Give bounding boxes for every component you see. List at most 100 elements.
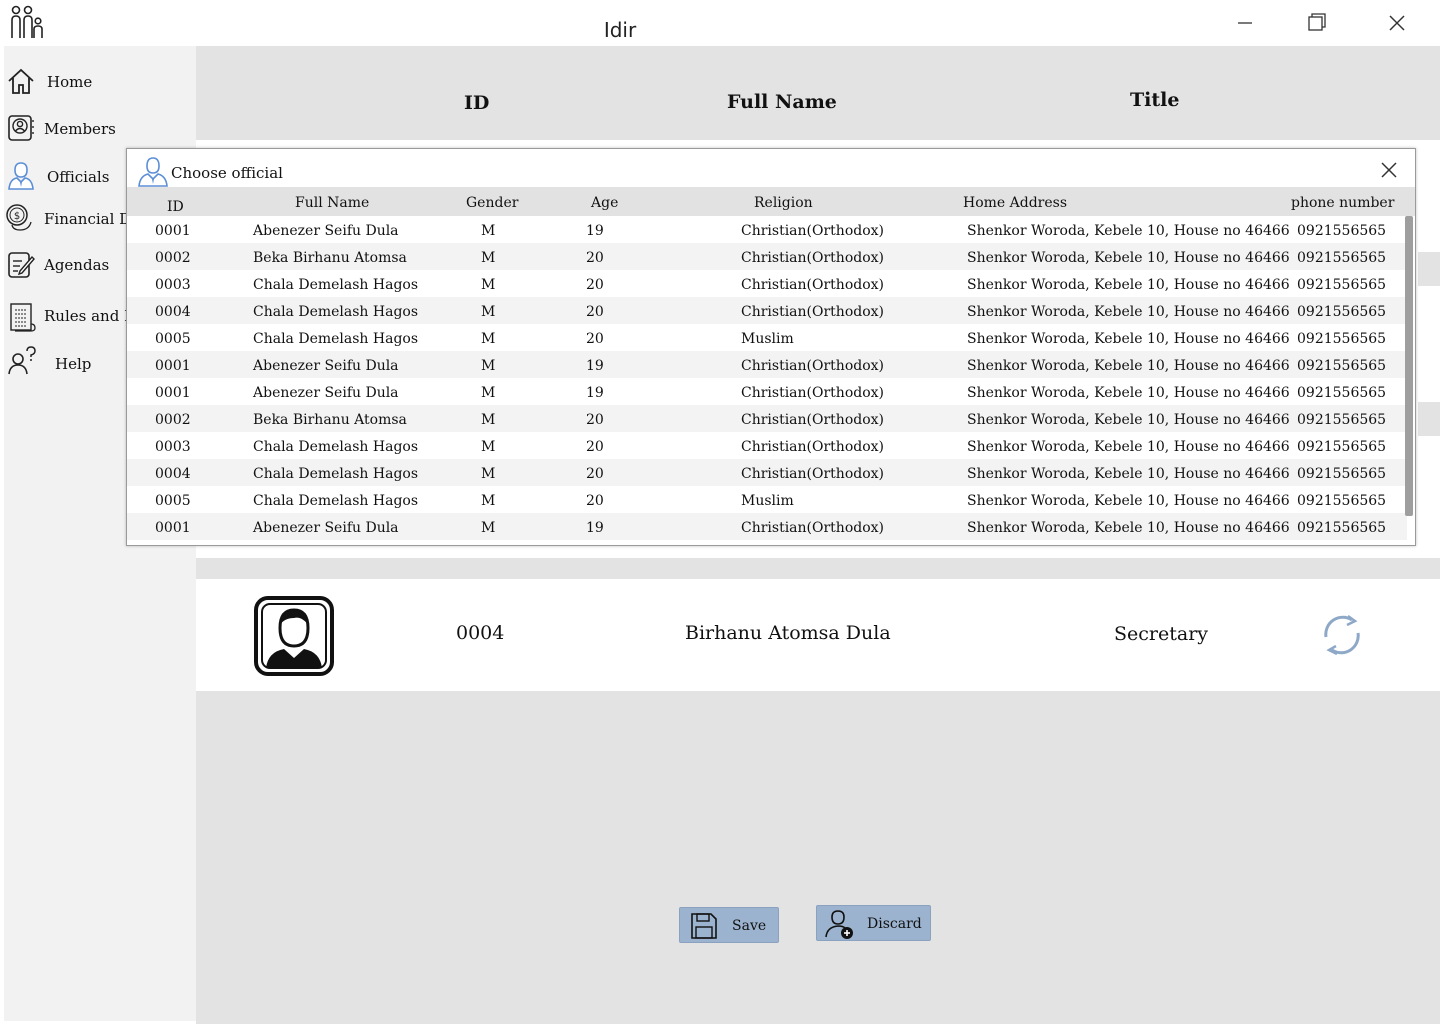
cell-home-address: Shenkor Woroda, Kebele 10, House no 4646… (967, 223, 1290, 239)
cell-age: 19 (586, 385, 604, 401)
table-row[interactable]: 0004 Chala Demelash Hagos M 20 Christian(Ort… (127, 297, 1407, 324)
official-icon (8, 162, 34, 190)
minimize-icon[interactable] (1232, 10, 1258, 36)
cell-id: 0002 (155, 250, 191, 266)
coins-icon: $ (6, 204, 32, 231)
cell-religion: Christian(Orthodox) (741, 385, 885, 401)
official-icon (138, 157, 168, 187)
selected-official-title: Secretary (1114, 623, 1209, 645)
cell-age: 20 (586, 493, 604, 509)
cell-age: 19 (586, 358, 604, 374)
table-row[interactable]: 0001 Abenezer Seifu Dula M 19 Christian(Orth… (127, 351, 1407, 378)
cell-gender: M (481, 223, 496, 239)
cell-id: 0003 (155, 439, 191, 455)
sidebar-item-label: Members (44, 120, 116, 138)
table-row[interactable]: 0004 Chala Demelash Hagos M 20 Christian(Ort… (127, 459, 1407, 486)
cell-religion: Christian(Orthodox) (741, 520, 885, 536)
table-row[interactable]: 0001 Abenezer Seifu Dula M 19 Christian(Orth… (127, 216, 1407, 243)
cell-id: 0005 (155, 331, 191, 347)
cell-home-address: Shenkor Woroda, Kebele 10, House no 4646… (967, 439, 1290, 455)
discard-button-label: Discard (867, 916, 922, 932)
cell-phone-number: 0921556565 (1297, 358, 1387, 374)
column-header-age[interactable]: Age (591, 195, 618, 211)
restore-icon[interactable] (1304, 10, 1330, 36)
cell-home-address: Shenkor Woroda, Kebele 10, House no 4646… (967, 331, 1290, 347)
list-row-divider (1418, 252, 1440, 286)
cell-id: 0003 (155, 277, 191, 293)
cell-id: 0004 (155, 466, 191, 482)
table-row[interactable]: 0005 Chala Demelash Hagos M 20 Muslim Shenkor… (127, 324, 1407, 351)
column-header-home-address[interactable]: Home Address (963, 195, 1067, 211)
cell-phone-number: 0921556565 (1297, 277, 1387, 293)
cell-full-name: Abenezer Seifu Dula (253, 520, 399, 536)
selected-official-row: 0004 Birhanu Atomsa Dula Secretary (196, 579, 1440, 691)
cell-religion: Muslim (741, 331, 794, 347)
selected-official-id: 0004 (456, 622, 505, 644)
cell-full-name: Chala Demelash Hagos (253, 304, 419, 320)
avatar (254, 596, 334, 676)
cell-home-address: Shenkor Woroda, Kebele 10, House no 4646… (967, 520, 1290, 536)
dialog-title: Choose official (171, 164, 283, 182)
cell-phone-number: 0921556565 (1297, 304, 1387, 320)
cell-religion: Christian(Orthodox) (741, 412, 885, 428)
cell-id: 0001 (155, 520, 191, 536)
cell-gender: M (481, 250, 496, 266)
sidebar-item-home[interactable]: Home (4, 62, 196, 102)
vertical-scrollbar[interactable] (1405, 216, 1413, 516)
cell-full-name: Beka Birhanu Atomsa (253, 250, 407, 266)
cell-religion: Christian(Orthodox) (741, 304, 885, 320)
officials-table-header: ID Full Name Title (196, 46, 1440, 140)
sidebar-item-label: Home (47, 73, 93, 91)
table-row[interactable]: 0001 Abenezer Seifu Dula M 19 Christian(Orth… (127, 378, 1407, 405)
svg-text:$: $ (14, 211, 20, 222)
cell-home-address: Shenkor Woroda, Kebele 10, House no 4646… (967, 412, 1290, 428)
table-row[interactable]: 0003 Chala Demelash Hagos M 20 Christian(Ort… (127, 270, 1407, 297)
cell-full-name: Abenezer Seifu Dula (253, 223, 399, 239)
sidebar-item-label: Rules and R (44, 307, 136, 325)
cell-gender: M (481, 385, 496, 401)
cell-phone-number: 0921556565 (1297, 466, 1387, 482)
floppy-disk-icon (691, 913, 717, 939)
sidebar-item-members[interactable]: Members (4, 108, 196, 148)
cell-phone-number: 0921556565 (1297, 331, 1387, 347)
table-row[interactable]: 0001 Abenezer Seifu Dula M 19 Christian(Orth… (127, 513, 1407, 540)
sidebar-item-label: Officials (47, 168, 110, 186)
members-icon (8, 115, 34, 141)
cell-gender: M (481, 358, 496, 374)
table-row[interactable]: 0002 Beka Birhanu Atomsa M 20 Christian(Orth… (127, 243, 1407, 270)
app-title: Idir (603, 18, 637, 42)
column-header-gender[interactable]: Gender (466, 195, 518, 211)
cell-full-name: Beka Birhanu Atomsa (253, 412, 407, 428)
selected-official-name: Birhanu Atomsa Dula (685, 622, 891, 644)
close-window-icon[interactable] (1384, 10, 1410, 36)
sidebar-item-label: Agendas (44, 256, 110, 274)
change-official-icon[interactable] (1318, 611, 1366, 659)
cell-home-address: Shenkor Woroda, Kebele 10, House no 4646… (967, 385, 1290, 401)
sidebar-item-label: Help (55, 355, 92, 373)
cell-age: 20 (586, 250, 604, 266)
list-row-divider (1418, 402, 1440, 436)
cell-full-name: Chala Demelash Hagos (253, 439, 419, 455)
column-header-religion[interactable]: Religion (754, 195, 813, 211)
close-dialog-icon[interactable] (1379, 160, 1399, 180)
table-row[interactable]: 0003 Chala Demelash Hagos M 20 Christian(Ort… (127, 432, 1407, 459)
cell-age: 20 (586, 304, 604, 320)
cell-gender: M (481, 493, 496, 509)
column-header-id[interactable]: ID (167, 199, 184, 215)
cell-age: 19 (586, 520, 604, 536)
column-header-phone-number[interactable]: phone number (1291, 195, 1394, 211)
cell-id: 0001 (155, 223, 191, 239)
title-bar: Idir (0, 0, 1440, 46)
cell-full-name: Chala Demelash Hagos (253, 331, 419, 347)
table-row[interactable]: 0002 Beka Birhanu Atomsa M 20 Christian(Orth… (127, 405, 1407, 432)
column-header-full-name[interactable]: Full Name (295, 195, 369, 211)
table-row[interactable]: 0005 Chala Demelash Hagos M 20 Muslim Shenkor… (127, 486, 1407, 513)
discard-button[interactable]: Discard (816, 905, 931, 941)
cell-full-name: Chala Demelash Hagos (253, 466, 419, 482)
column-header-id: ID (464, 92, 490, 114)
cell-home-address: Shenkor Woroda, Kebele 10, House no 4646… (967, 358, 1290, 374)
save-button[interactable]: Save (679, 907, 779, 943)
cell-gender: M (481, 520, 496, 536)
cell-religion: Muslim (741, 493, 794, 509)
cell-gender: M (481, 304, 496, 320)
